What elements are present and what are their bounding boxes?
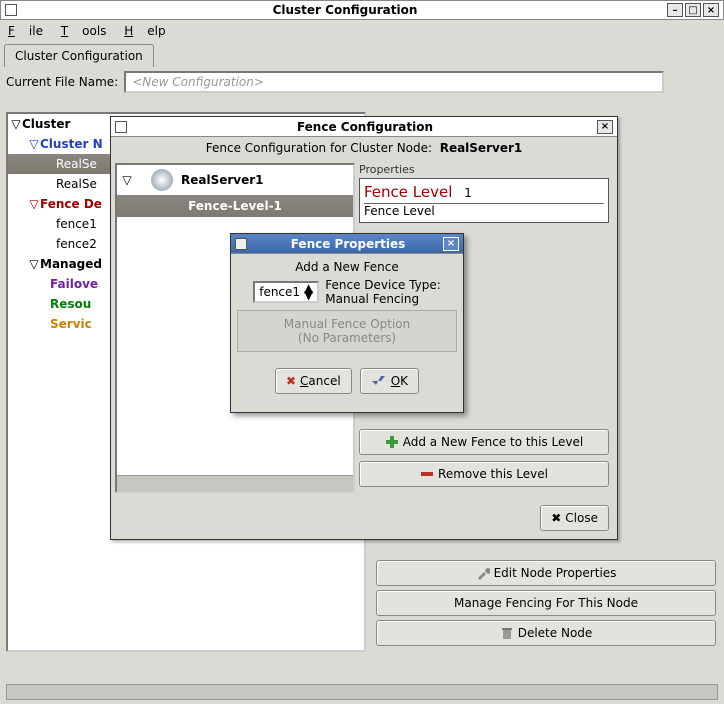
- spinner-arrows-icon: ▲▼: [304, 285, 313, 299]
- fence-tree-node[interactable]: ▽ RealServer1: [117, 165, 353, 195]
- menu-tools[interactable]: Tools: [61, 24, 107, 38]
- minimize-button[interactable]: –: [667, 3, 683, 17]
- fence-config-node-name: RealServer1: [440, 141, 523, 155]
- cancel-button[interactable]: ✖ Cancel: [275, 368, 352, 394]
- cancel-icon: ✖: [286, 374, 296, 388]
- filename-label: Current File Name:: [6, 75, 118, 89]
- minus-icon: [420, 467, 434, 481]
- manual-fence-option: Manual Fence Option (No Parameters): [237, 310, 457, 352]
- fence-props-close-icon[interactable]: ×: [443, 237, 459, 251]
- fence-props-titlebar: Fence Properties ×: [231, 234, 463, 254]
- trash-icon: [500, 626, 514, 640]
- window-app-icon: [5, 4, 17, 16]
- filename-input[interactable]: <New Configuration>: [124, 71, 664, 93]
- remove-level-button[interactable]: Remove this Level: [359, 461, 609, 487]
- maximize-button[interactable]: □: [685, 3, 701, 17]
- plus-icon: [385, 435, 399, 449]
- fence-tree-hscroll[interactable]: [117, 475, 353, 491]
- close-button[interactable]: ×: [703, 3, 719, 17]
- fence-tree-level[interactable]: Fence-Level-1: [117, 195, 353, 217]
- menu-file[interactable]: File: [8, 24, 43, 38]
- dialog-app-icon: [235, 238, 247, 250]
- add-fence-button[interactable]: Add a New Fence to this Level: [359, 429, 609, 455]
- edit-node-button[interactable]: Edit Node Properties: [376, 560, 716, 586]
- fence-config-title: Fence Configuration: [135, 120, 595, 134]
- fence-config-titlebar: Fence Configuration ×: [111, 117, 617, 137]
- fence-properties-dialog: Fence Properties × Add a New Fence fence…: [230, 233, 464, 413]
- node-icon: [151, 169, 173, 191]
- fence-level-label: Fence Level: [364, 183, 452, 201]
- main-titlebar: Cluster Configuration – □ ×: [0, 0, 724, 20]
- menu-help[interactable]: Help: [124, 24, 165, 38]
- filename-row: Current File Name: <New Configuration>: [0, 67, 724, 97]
- ok-button[interactable]: OK: [360, 368, 419, 394]
- fence-level-sub: Fence Level: [364, 204, 604, 218]
- menubar: File Tools Help: [0, 20, 724, 42]
- fence-device-select[interactable]: fence1 ▲▼: [253, 281, 319, 303]
- close-icon: ✖: [551, 511, 561, 525]
- dialog-app-icon: [115, 121, 127, 133]
- wrench-icon: [476, 566, 490, 580]
- tab-bar: Cluster Configuration: [0, 42, 724, 67]
- fence-config-heading: Fence Configuration for Cluster Node: Re…: [111, 137, 617, 159]
- manage-fencing-button[interactable]: Manage Fencing For This Node: [376, 590, 716, 616]
- fence-close-button[interactable]: ✖ Close: [540, 505, 609, 531]
- fence-props-heading: Add a New Fence: [237, 260, 457, 274]
- delete-node-button[interactable]: Delete Node: [376, 620, 716, 646]
- fence-props-title: Fence Properties: [255, 237, 441, 251]
- node-actions-panel: Edit Node Properties Manage Fencing For …: [376, 556, 716, 646]
- window-title: Cluster Configuration: [25, 3, 665, 17]
- ok-icon: [371, 374, 387, 388]
- fence-config-close-icon[interactable]: ×: [597, 120, 613, 134]
- fence-device-type: Fence Device Type: Manual Fencing: [325, 278, 441, 306]
- tab-cluster-config[interactable]: Cluster Configuration: [4, 44, 154, 67]
- main-hscroll[interactable]: [6, 684, 718, 700]
- properties-label: Properties: [359, 163, 609, 176]
- fence-level-number: 1: [464, 186, 472, 200]
- properties-box: Fence Level 1 Fence Level: [359, 178, 609, 223]
